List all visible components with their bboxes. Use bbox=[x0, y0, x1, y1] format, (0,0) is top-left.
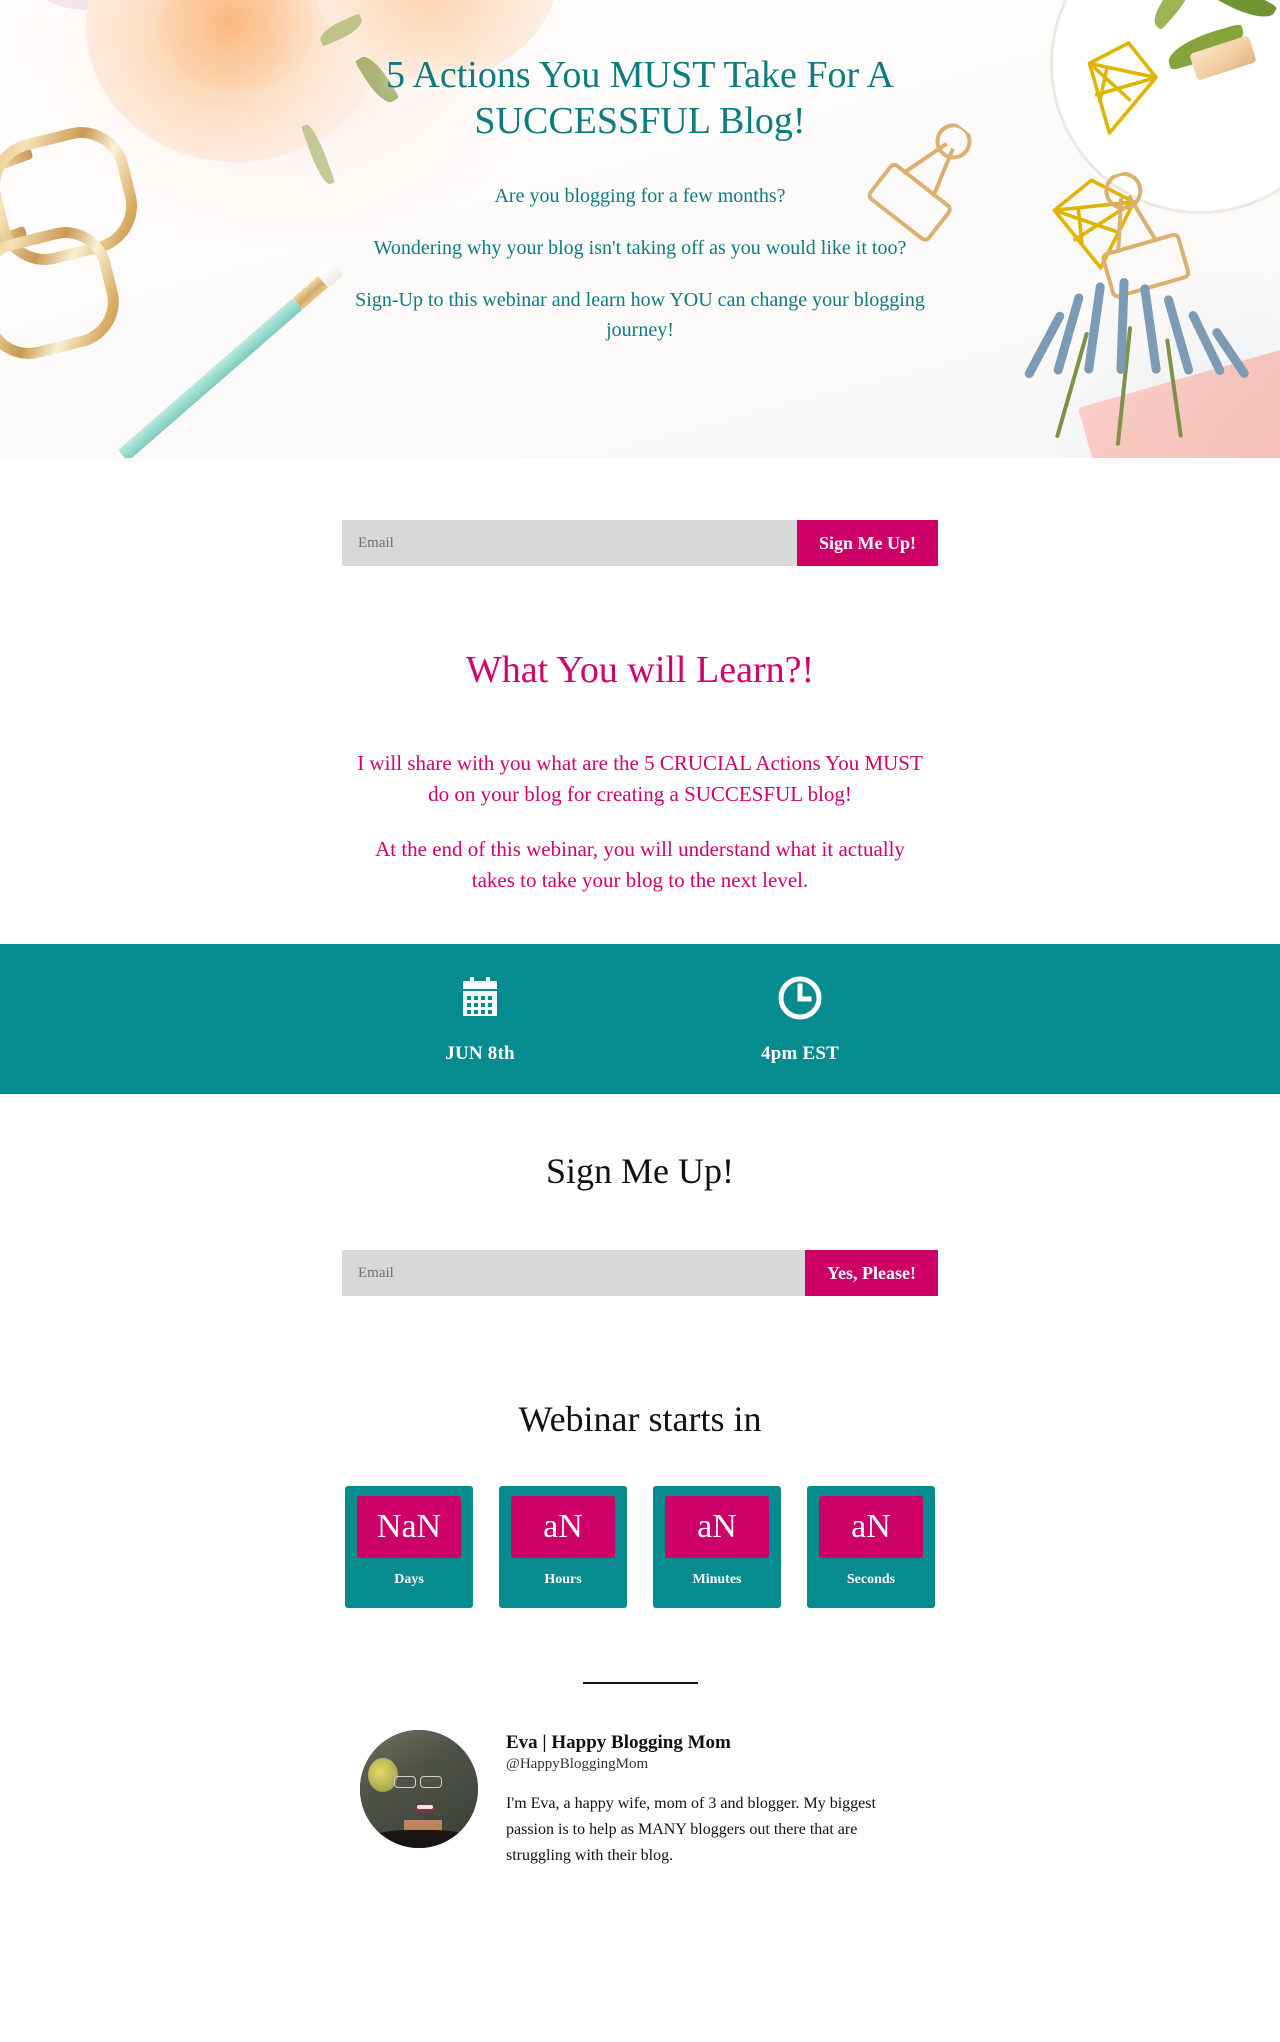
top-signup-form-wrapper: Sign Me Up! bbox=[0, 458, 1280, 566]
page-title: 5 Actions You MUST Take For A SUCCESSFUL… bbox=[386, 54, 894, 143]
hero-content: 5 Actions You MUST Take For A SUCCESSFUL… bbox=[0, 0, 1280, 345]
hero-subtitle-1: Are you blogging for a few months? bbox=[494, 184, 786, 207]
countdown-heading: Webinar starts in bbox=[518, 1399, 762, 1440]
sign-me-up-button[interactable]: Sign Me Up! bbox=[796, 520, 938, 566]
signup-heading: Sign Me Up! bbox=[546, 1151, 734, 1192]
countdown-section: Webinar starts in NaN Days aN Hours aN M… bbox=[0, 1296, 1280, 1609]
bottom-signup-form: Yes, Please! bbox=[342, 1250, 938, 1297]
avatar-glasses-right bbox=[420, 1776, 442, 1789]
email-input-bottom[interactable] bbox=[342, 1250, 806, 1297]
learn-heading: What You will Learn?! bbox=[465, 649, 815, 691]
countdown-label: Seconds bbox=[846, 1572, 896, 1588]
countdown-label: Days bbox=[394, 1572, 424, 1588]
calendar-icon bbox=[400, 973, 560, 1023]
avatar bbox=[360, 1730, 478, 1849]
what-you-will-learn-section: What You will Learn?! I will share with … bbox=[0, 566, 1280, 896]
author-description: I'm Eva, a happy wife, mom of 3 and blog… bbox=[506, 1795, 876, 1865]
avatar-glasses-left bbox=[394, 1776, 416, 1789]
author-bio-text: Eva | Happy Blogging Mom @HappyBloggingM… bbox=[506, 1730, 920, 1869]
countdown-unit-minutes: aN Minutes bbox=[653, 1486, 781, 1609]
countdown-value: aN bbox=[819, 1496, 923, 1559]
avatar-teeth bbox=[417, 1805, 433, 1809]
avatar-shoulders bbox=[368, 1830, 472, 1849]
email-input[interactable] bbox=[342, 520, 797, 566]
countdown-value: NaN bbox=[357, 1496, 461, 1559]
countdown-unit-seconds: aN Seconds bbox=[807, 1486, 935, 1609]
hero-section: 5 Actions You MUST Take For A SUCCESSFUL… bbox=[0, 0, 1280, 458]
countdown-timer: NaN Days aN Hours aN Minutes aN Seconds bbox=[0, 1486, 1280, 1609]
bottom-signup-form-wrapper: Yes, Please! bbox=[0, 1192, 1280, 1297]
learn-paragraph-1: I will share with you what are the 5 CRU… bbox=[357, 751, 923, 807]
webinar-date-label: JUN 8th bbox=[445, 1043, 515, 1065]
date-column: JUN 8th bbox=[400, 973, 560, 1065]
countdown-label: Minutes bbox=[692, 1572, 742, 1588]
author-name: Eva | Happy Blogging Mom bbox=[506, 1732, 731, 1754]
learn-paragraph-2: At the end of this webinar, you will und… bbox=[375, 837, 905, 893]
countdown-unit-days: NaN Days bbox=[345, 1486, 473, 1609]
signup-section: Sign Me Up! Yes, Please! bbox=[0, 1094, 1280, 1297]
countdown-label: Hours bbox=[544, 1572, 582, 1588]
date-time-band: JUN 8th 4pm EST bbox=[0, 944, 1280, 1095]
hero-subtitle-3: Sign-Up to this webinar and learn how YO… bbox=[355, 288, 925, 341]
section-divider bbox=[582, 1682, 698, 1685]
countdown-value: aN bbox=[665, 1496, 769, 1559]
countdown-value: aN bbox=[511, 1496, 615, 1559]
author-bio-section: Eva | Happy Blogging Mom @HappyBloggingM… bbox=[360, 1730, 920, 1869]
yes-please-button[interactable]: Yes, Please! bbox=[805, 1250, 938, 1297]
clock-icon bbox=[720, 973, 880, 1023]
top-signup-form: Sign Me Up! bbox=[342, 520, 938, 566]
countdown-unit-hours: aN Hours bbox=[499, 1486, 627, 1609]
hero-subtitle-2: Wondering why your blog isn't taking off… bbox=[373, 236, 907, 259]
time-column: 4pm EST bbox=[720, 973, 880, 1065]
author-handle: @HappyBloggingMom bbox=[506, 1756, 649, 1773]
webinar-time-label: 4pm EST bbox=[761, 1043, 839, 1065]
